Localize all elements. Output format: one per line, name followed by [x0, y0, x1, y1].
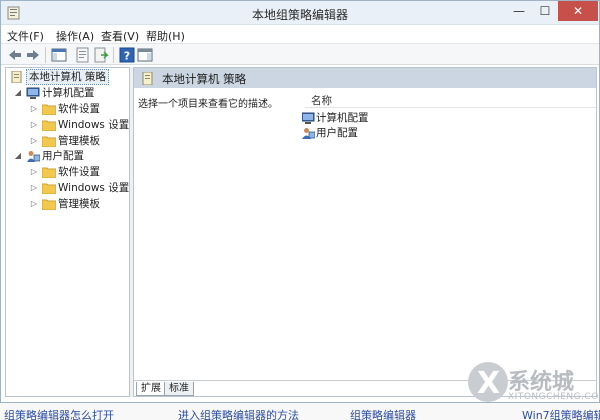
svg-text:?: ?	[124, 50, 130, 63]
toolbar-separator	[113, 47, 114, 63]
collapsed-arrow-icon[interactable]: ▷	[30, 133, 38, 149]
tree-label: 本地计算机 策略	[26, 69, 109, 85]
tree-label: Windows 设置	[58, 182, 130, 194]
folder-icon	[42, 136, 56, 147]
expanded-arrow-icon[interactable]: ◢	[14, 148, 22, 164]
policy-document-icon	[11, 71, 22, 83]
tree-item-software-settings[interactable]: ▷ 软件设置	[8, 101, 128, 117]
policy-document-icon	[142, 72, 153, 85]
detail-pane: 本地计算机 策略 选择一个项目来查看它的描述。 名称 计算机配置 用户配置 扩展	[133, 67, 597, 397]
user-icon	[27, 151, 40, 162]
folder-icon	[42, 199, 56, 210]
folder-icon	[42, 183, 56, 194]
tree-pane[interactable]: 本地计算机 策略 ◢ 计算机配置 ▷ 软件设置 ▷ Windows 设置 ▷ 管…	[5, 67, 130, 397]
tree-item-admin-templates[interactable]: ▷ 管理模板	[8, 133, 128, 149]
tree-label: Windows 设置	[58, 119, 130, 131]
folder-icon	[42, 120, 56, 131]
column-header-label: 名称	[311, 95, 332, 107]
tree-label: 计算机配置	[42, 87, 95, 99]
tree-item-software-settings[interactable]: ▷ 软件设置	[8, 164, 128, 180]
user-icon	[302, 128, 315, 139]
tree-label: 管理模板	[58, 135, 100, 147]
tree-label: 用户配置	[42, 150, 84, 162]
toolbar-separator	[45, 47, 46, 63]
collapsed-arrow-icon[interactable]: ▷	[30, 164, 38, 180]
bottom-link[interactable]: 组策略编辑器	[350, 407, 416, 420]
list-item-label: 用户配置	[316, 127, 358, 139]
description-text: 选择一个项目来查看它的描述。	[138, 99, 278, 110]
properties-icon[interactable]	[75, 47, 91, 63]
watermark-url: XITONGCHENG.COM	[508, 392, 600, 402]
watermark-logo: X	[468, 362, 508, 402]
show-hide-action-pane-icon[interactable]	[137, 47, 153, 63]
menu-file[interactable]: 文件(F)	[7, 28, 44, 44]
tree-item-user-config[interactable]: ◢ 用户配置	[8, 148, 128, 164]
tab-standard[interactable]: 标准	[164, 382, 194, 396]
gpedit-window: 本地组策略编辑器 — ☐ ✕ 文件(F) 操作(A) 查看(V) 帮助(H) ?…	[0, 0, 600, 403]
menu-action[interactable]: 操作(A)	[56, 28, 94, 44]
tree-label: 管理模板	[58, 198, 100, 210]
toolbar: ?	[1, 43, 599, 65]
maximize-button[interactable]: ☐	[532, 1, 558, 21]
show-hide-tree-icon[interactable]	[51, 47, 67, 63]
tree-item-local-computer-policy[interactable]: 本地计算机 策略	[8, 69, 128, 85]
tree-item-admin-templates[interactable]: ▷ 管理模板	[8, 196, 128, 212]
tab-extended[interactable]: 扩展	[136, 382, 166, 396]
collapsed-arrow-icon[interactable]: ▷	[30, 196, 38, 212]
bottom-link[interactable]: 组策略编辑器怎么打开	[4, 407, 114, 420]
detail-header: 本地计算机 策略	[134, 68, 596, 88]
expanded-arrow-icon[interactable]: ◢	[14, 85, 22, 101]
title-bar[interactable]: 本地组策略编辑器 — ☐ ✕	[1, 1, 599, 25]
back-arrow-icon[interactable]	[7, 47, 23, 63]
collapsed-arrow-icon[interactable]: ▷	[30, 180, 38, 196]
tree-item-windows-settings[interactable]: ▷ Windows 设置	[8, 117, 130, 133]
detail-header-title: 本地计算机 策略	[162, 72, 247, 86]
computer-icon	[26, 87, 40, 99]
bottom-link[interactable]: 进入组策略编辑器的方法	[178, 407, 299, 420]
menu-help[interactable]: 帮助(H)	[146, 28, 185, 44]
list-item-label: 计算机配置	[316, 112, 369, 124]
forward-arrow-icon[interactable]	[25, 47, 41, 63]
collapsed-arrow-icon[interactable]: ▷	[30, 117, 38, 133]
column-header-name[interactable]: 名称	[305, 88, 596, 108]
help-icon[interactable]: ?	[119, 47, 135, 63]
minimize-button[interactable]: —	[506, 1, 532, 21]
menu-bar: 文件(F) 操作(A) 查看(V) 帮助(H)	[1, 25, 599, 43]
folder-icon	[42, 167, 56, 178]
folder-icon	[42, 104, 56, 115]
export-list-icon[interactable]	[93, 47, 109, 63]
watermark-mark: X	[477, 366, 501, 401]
menu-view[interactable]: 查看(V)	[101, 28, 139, 44]
collapsed-arrow-icon[interactable]: ▷	[30, 101, 38, 117]
tree-label: 软件设置	[58, 103, 100, 115]
tree-item-computer-config[interactable]: ◢ 计算机配置	[8, 85, 128, 101]
computer-icon	[302, 112, 315, 124]
tree-label: 软件设置	[58, 166, 100, 178]
site-watermark: X 系统城 XITONGCHENG.COM	[468, 360, 600, 418]
tree-item-windows-settings[interactable]: ▷ Windows 设置	[8, 180, 130, 196]
close-button[interactable]: ✕	[558, 1, 598, 21]
